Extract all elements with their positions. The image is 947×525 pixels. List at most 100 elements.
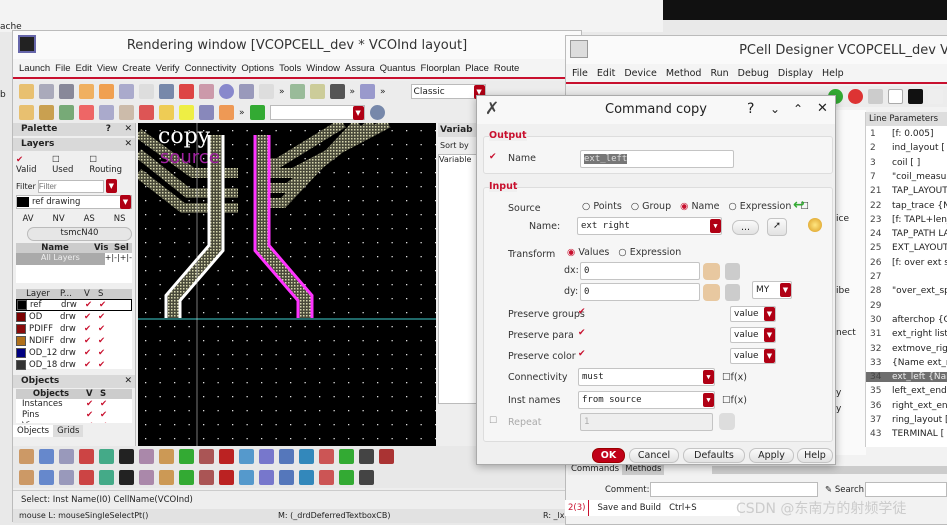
tool-icon[interactable] xyxy=(179,470,194,485)
layout-canvas[interactable]: copy source xyxy=(138,123,436,446)
parameter-row[interactable]: 21TAP_LAYOUT [ xyxy=(870,186,947,196)
ns-select[interactable]: NS xyxy=(114,214,126,224)
menu-view[interactable]: View xyxy=(97,63,117,74)
command-select[interactable]: ▼ xyxy=(269,105,365,120)
scrollbar[interactable] xyxy=(712,466,947,474)
ruler-icon[interactable] xyxy=(703,263,720,280)
search-input[interactable] xyxy=(865,482,947,497)
tool-icon[interactable] xyxy=(319,470,334,485)
parameter-row[interactable]: 28"over_ext_spa xyxy=(870,286,947,296)
layer-row[interactable]: OD_12 drw ✔ ✔ xyxy=(16,347,132,359)
tool-icon[interactable] xyxy=(59,470,74,485)
visible-checkbox[interactable]: ✔ xyxy=(85,300,99,310)
all-layers-row[interactable]: All Layers xyxy=(16,253,105,265)
parameter-row[interactable]: 29 xyxy=(870,301,892,311)
menu-edit[interactable]: Edit xyxy=(75,63,91,74)
tool-icon[interactable] xyxy=(199,470,214,485)
output-name-field[interactable]: ext_left xyxy=(580,150,734,168)
layer-row[interactable]: PDIFF drw ✔ ✔ xyxy=(16,323,132,335)
calculator-icon[interactable] xyxy=(725,263,740,280)
marker-icon[interactable] xyxy=(139,105,154,120)
visible-checkbox[interactable]: ✔ xyxy=(84,336,98,346)
menu-method[interactable]: Method xyxy=(666,68,702,79)
tool-icon[interactable] xyxy=(379,449,394,464)
tool-icon[interactable] xyxy=(179,449,194,464)
label-icon[interactable] xyxy=(309,84,325,99)
tool-icon[interactable] xyxy=(19,470,34,485)
parameter-row[interactable]: 25EXT_LAYOUT [ xyxy=(870,243,947,253)
tool-icon[interactable] xyxy=(259,449,274,464)
step-icon[interactable] xyxy=(868,89,883,104)
name-checkbox[interactable]: ✔ xyxy=(489,152,497,162)
tool-icon[interactable] xyxy=(19,449,34,464)
menu-window[interactable]: Window xyxy=(306,63,340,74)
transform-values-radio[interactable]: ◉ Values xyxy=(567,247,609,258)
source-group-radio[interactable]: ○ Group xyxy=(631,201,671,212)
menu-assura[interactable]: Assura xyxy=(345,63,375,74)
source-points-radio[interactable]: ○ Points xyxy=(582,201,622,212)
parameter-row[interactable]: 7"coil_measure xyxy=(870,172,947,182)
parameter-row[interactable]: 43 TERMINAL [ ] xyxy=(870,429,947,439)
return-arrow-icon[interactable]: ↩ xyxy=(793,197,805,213)
layer-row[interactable]: NDIFF drw ✔ ✔ xyxy=(16,335,132,347)
parameter-row[interactable]: 34ext_left {Nam xyxy=(866,372,947,383)
parameter-row[interactable]: 27 xyxy=(870,272,892,282)
inst-fx-checkbox[interactable]: ☐f(x) xyxy=(722,395,747,406)
tech-button[interactable]: tsmcN40 xyxy=(27,227,132,241)
style-select[interactable]: Classic ▼ xyxy=(410,84,486,99)
parameter-row[interactable]: 1 [f: 0.005] xyxy=(870,129,934,139)
used-checkbox[interactable]: ☐ Used xyxy=(52,155,83,175)
transform-expression-radio[interactable]: ○ Expression xyxy=(618,247,681,258)
preserve-para-checkbox[interactable]: ✔ xyxy=(578,328,586,338)
mirror-select[interactable]: MY ▼ xyxy=(752,281,792,299)
parameter-row[interactable]: 23[f: TAPL+len_i xyxy=(870,215,947,225)
tool-icon[interactable] xyxy=(239,449,254,464)
tool-icon[interactable] xyxy=(119,449,134,464)
menu-edit[interactable]: Edit xyxy=(597,68,615,79)
menu-file[interactable]: File xyxy=(572,68,588,79)
visible-checkbox[interactable]: ✔ xyxy=(84,312,98,322)
tool-icon[interactable] xyxy=(299,449,314,464)
tool-icon[interactable] xyxy=(99,470,114,485)
preserve-para-select[interactable]: value ▼ xyxy=(730,327,776,343)
probe-icon[interactable] xyxy=(99,105,114,120)
probe2-icon[interactable] xyxy=(119,105,134,120)
ruler-icon[interactable] xyxy=(703,284,720,301)
dy-field[interactable]: 0 xyxy=(580,283,700,301)
maximize-icon[interactable]: ⌃ xyxy=(793,102,803,116)
tool-icon[interactable] xyxy=(199,449,214,464)
tool-icon[interactable] xyxy=(219,470,234,485)
properties-icon[interactable] xyxy=(199,84,214,99)
sel-all-button[interactable]: + xyxy=(120,253,127,283)
visible-checkbox[interactable]: ✔ xyxy=(84,360,98,370)
vis-all-button[interactable]: + xyxy=(105,253,112,283)
parameter-row[interactable]: 36right_ext_end xyxy=(870,401,947,411)
menu-launch[interactable]: Launch xyxy=(19,63,50,74)
bulb-icon[interactable] xyxy=(808,218,822,232)
close-icon[interactable]: ✕ xyxy=(817,101,828,116)
selectable-checkbox[interactable]: ✔ xyxy=(100,421,107,423)
selectable-checkbox[interactable]: ✔ xyxy=(98,324,105,334)
save-icon[interactable] xyxy=(59,84,74,99)
selectable-checkbox[interactable]: ✔ xyxy=(98,336,105,346)
history-row[interactable]: 2(3) Save and Build Ctrl+S xyxy=(565,500,740,516)
parameter-row[interactable]: 35left_ext_end { xyxy=(870,386,947,396)
selectable-checkbox[interactable]: ✔ xyxy=(99,300,106,310)
parameter-row[interactable]: 32extmove_righ xyxy=(870,344,947,354)
select-icon[interactable] xyxy=(19,105,34,120)
drc-icon[interactable] xyxy=(249,105,265,120)
defaults-button[interactable]: Defaults xyxy=(683,448,745,463)
preserve-color-select[interactable]: value ▼ xyxy=(730,348,776,364)
menu-options[interactable]: Options xyxy=(241,63,274,74)
object-row[interactable]: Pins ✔ ✔ xyxy=(16,410,132,421)
vis-none-button[interactable]: - xyxy=(114,253,117,283)
selectable-checkbox[interactable]: ✔ xyxy=(98,312,105,322)
selectable-checkbox[interactable]: ✔ xyxy=(98,348,105,358)
wire-icon[interactable] xyxy=(329,84,345,99)
tool-icon[interactable] xyxy=(339,470,354,485)
tool-icon[interactable] xyxy=(359,449,374,464)
more-icon[interactable]: » xyxy=(279,87,285,97)
blank-icon[interactable] xyxy=(888,89,903,104)
tool-icon[interactable] xyxy=(239,470,254,485)
error-icon[interactable] xyxy=(219,105,234,120)
